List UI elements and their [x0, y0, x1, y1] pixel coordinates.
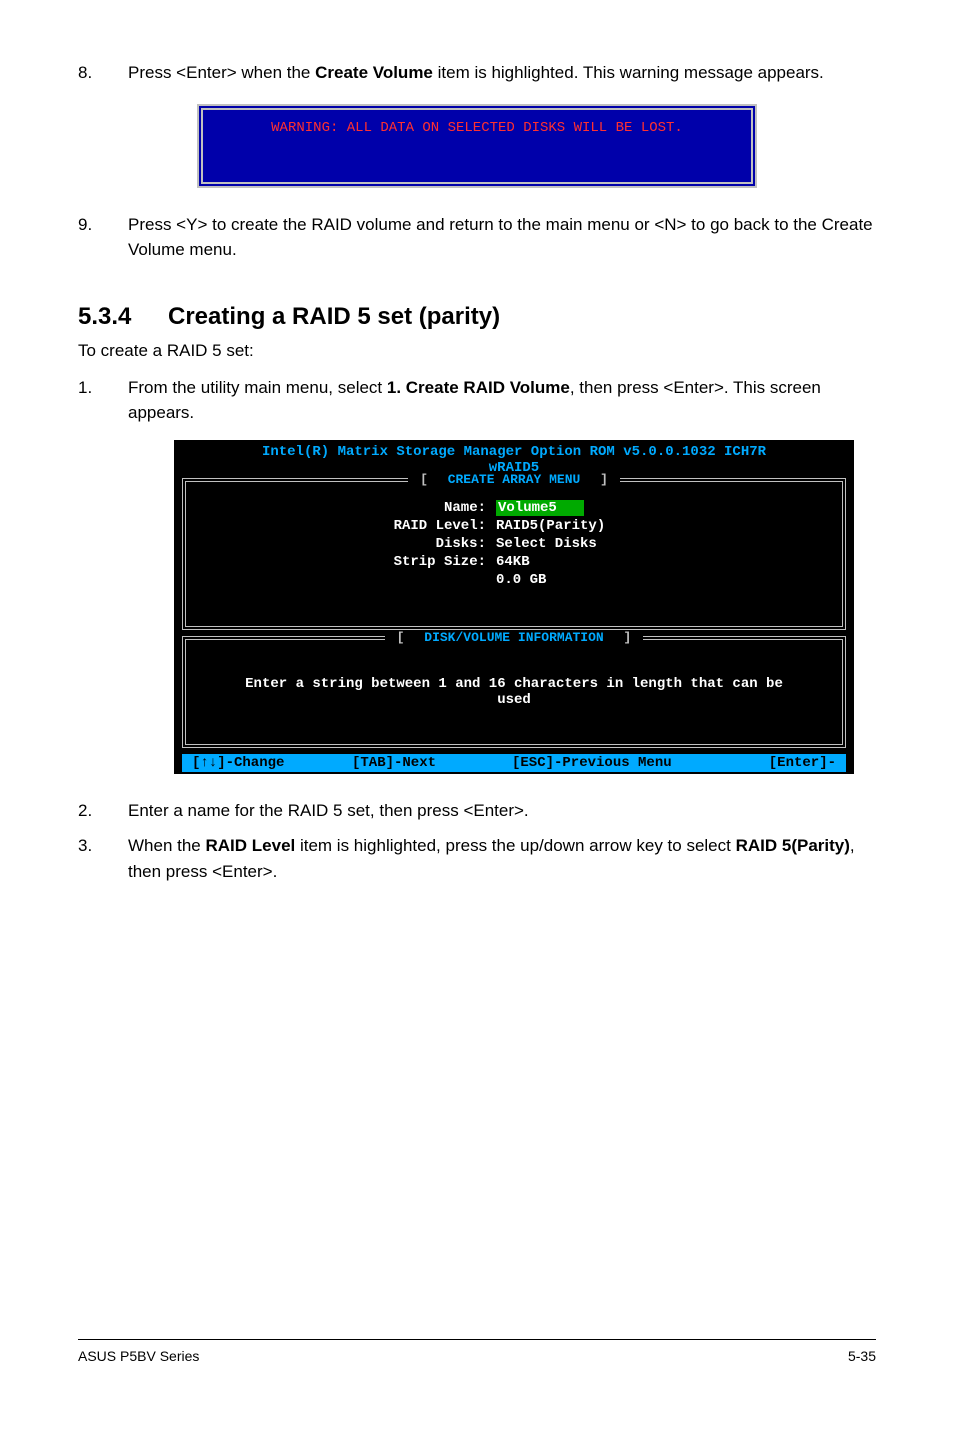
- bios-title-line-1: Intel(R) Matrix Storage Manager Option R…: [174, 440, 854, 460]
- step-text-2: Enter a name for the RAID 5 set, then pr…: [128, 798, 876, 824]
- raid-level-label: RAID Level:: [196, 518, 496, 534]
- key-previous-menu[interactable]: [ESC]-Previous Menu: [512, 755, 736, 771]
- step-number-1: 1.: [78, 375, 128, 426]
- key-enter[interactable]: [Enter]-: [736, 755, 836, 771]
- strip-size-value[interactable]: 64KB: [496, 554, 530, 570]
- step-number-8: 8.: [78, 60, 128, 86]
- name-label: Name:: [196, 500, 496, 516]
- key-next[interactable]: [TAB]-Next: [352, 755, 512, 771]
- step-number-2: 2.: [78, 798, 128, 824]
- disks-value[interactable]: Select Disks: [496, 536, 597, 552]
- panel2-label-text: DISK/VOLUME INFORMATION: [418, 630, 609, 645]
- info-line-2: used: [196, 692, 832, 708]
- section-number: 5.3.4: [78, 303, 168, 331]
- page-footer: ASUS P5BV Series 5-35: [78, 1339, 876, 1364]
- panel1-label-text: CREATE ARRAY MENU: [442, 472, 587, 487]
- raid-level-value[interactable]: RAID5(Parity): [496, 518, 605, 534]
- step-1-part-a: From the utility main menu, select: [128, 378, 387, 397]
- capacity-value: 0.0 GB: [496, 572, 546, 588]
- raid-level-bold: RAID Level: [206, 836, 296, 855]
- step-8-part-c: item is highlighted. This warning messag…: [433, 63, 824, 82]
- create-array-menu-label: [ CREATE ARRAY MENU ]: [186, 472, 842, 487]
- info-line-1: Enter a string between 1 and 16 characte…: [196, 676, 832, 692]
- section-title: Creating a RAID 5 set (parity): [168, 303, 500, 331]
- key-change[interactable]: [↑↓]-Change: [192, 755, 352, 771]
- name-value: Volume5: [498, 500, 557, 516]
- step-3-part-a: When the: [128, 836, 206, 855]
- strip-size-label: Strip Size:: [196, 554, 496, 570]
- step-text-3: When the RAID Level item is highlighted,…: [128, 833, 876, 884]
- step-text-8: Press <Enter> when the Create Volume ite…: [128, 60, 876, 86]
- warning-terminal-box: WARNING: ALL DATA ON SELECTED DISKS WILL…: [197, 104, 757, 188]
- create-raid-volume-bold: 1. Create RAID Volume: [387, 378, 570, 397]
- footer-right: 5-35: [848, 1348, 876, 1364]
- footer-left: ASUS P5BV Series: [78, 1348, 199, 1364]
- step-number-3: 3.: [78, 833, 128, 884]
- bios-status-bar: [↑↓]-Change [TAB]-Next [ESC]-Previous Me…: [182, 754, 846, 772]
- disk-volume-info-label: [ DISK/VOLUME INFORMATION ]: [186, 630, 842, 645]
- bios-create-array-panel: [ CREATE ARRAY MENU ] Name: Volume5___ R…: [182, 478, 846, 630]
- section-intro: To create a RAID 5 set:: [78, 341, 876, 361]
- warning-text: WARNING: ALL DATA ON SELECTED DISKS WILL…: [211, 120, 743, 136]
- bios-screenshot: Intel(R) Matrix Storage Manager Option R…: [174, 440, 854, 774]
- bios-disk-volume-info-panel: [ DISK/VOLUME INFORMATION ] Enter a stri…: [182, 636, 846, 748]
- name-input[interactable]: Volume5___: [496, 500, 584, 516]
- disks-label: Disks:: [196, 536, 496, 552]
- step-3-part-c: item is highlighted, press the up/down a…: [295, 836, 735, 855]
- step-text-1: From the utility main menu, select 1. Cr…: [128, 375, 876, 426]
- section-heading: 5.3.4 Creating a RAID 5 set (parity): [78, 303, 876, 331]
- step-text-9: Press <Y> to create the RAID volume and …: [128, 212, 876, 263]
- capacity-label: [196, 572, 496, 588]
- raid5-parity-bold: RAID 5(Parity): [736, 836, 850, 855]
- step-number-9: 9.: [78, 212, 128, 263]
- create-volume-bold: Create Volume: [315, 63, 433, 82]
- step-8-part-a: Press <Enter> when the: [128, 63, 315, 82]
